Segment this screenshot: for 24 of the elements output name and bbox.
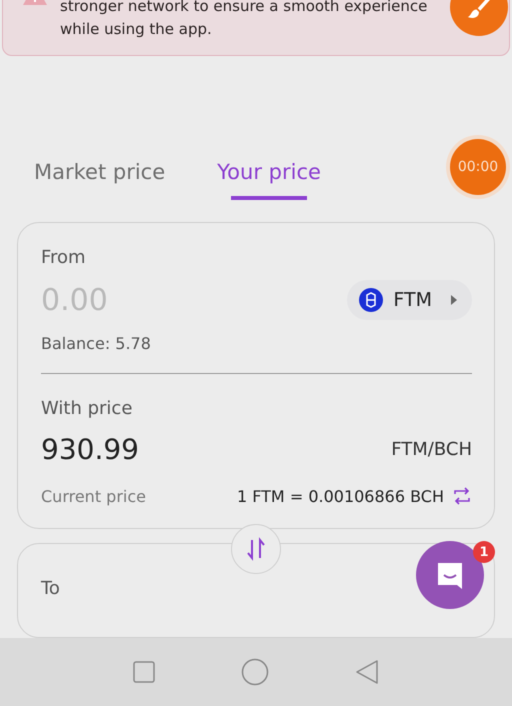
recent-apps-button[interactable] <box>133 661 155 683</box>
caret-icon <box>450 294 458 306</box>
price-tab[interactable]: Market price <box>34 160 166 200</box>
switch-button[interactable] <box>231 524 281 574</box>
back-icon <box>355 659 379 685</box>
to-label: To <box>41 578 60 599</box>
from-label: From <box>41 247 87 268</box>
price-value: 930.99 <box>41 433 139 466</box>
back-button[interactable] <box>355 659 379 685</box>
price-label: With price <box>41 398 132 419</box>
current-price-label: Current price <box>41 486 146 506</box>
pair-text: FTM/BCH <box>391 439 472 460</box>
balance-text: Balance: 5.78 <box>41 334 151 353</box>
token-icon <box>359 288 384 312</box>
home-button[interactable] <box>241 658 269 686</box>
token-selector[interactable]: FTM <box>347 280 472 320</box>
square-icon <box>133 661 155 683</box>
notification-badge: 1 <box>473 541 495 563</box>
switch-icon <box>245 537 267 561</box>
swap-icon[interactable] <box>452 486 472 506</box>
circle-icon <box>241 658 269 686</box>
timer-button[interactable]: 00:00 <box>450 139 506 195</box>
price-tab[interactable]: Your price <box>217 160 321 200</box>
rate-text: 1 FTM = 0.00106866 BCH <box>236 486 444 506</box>
